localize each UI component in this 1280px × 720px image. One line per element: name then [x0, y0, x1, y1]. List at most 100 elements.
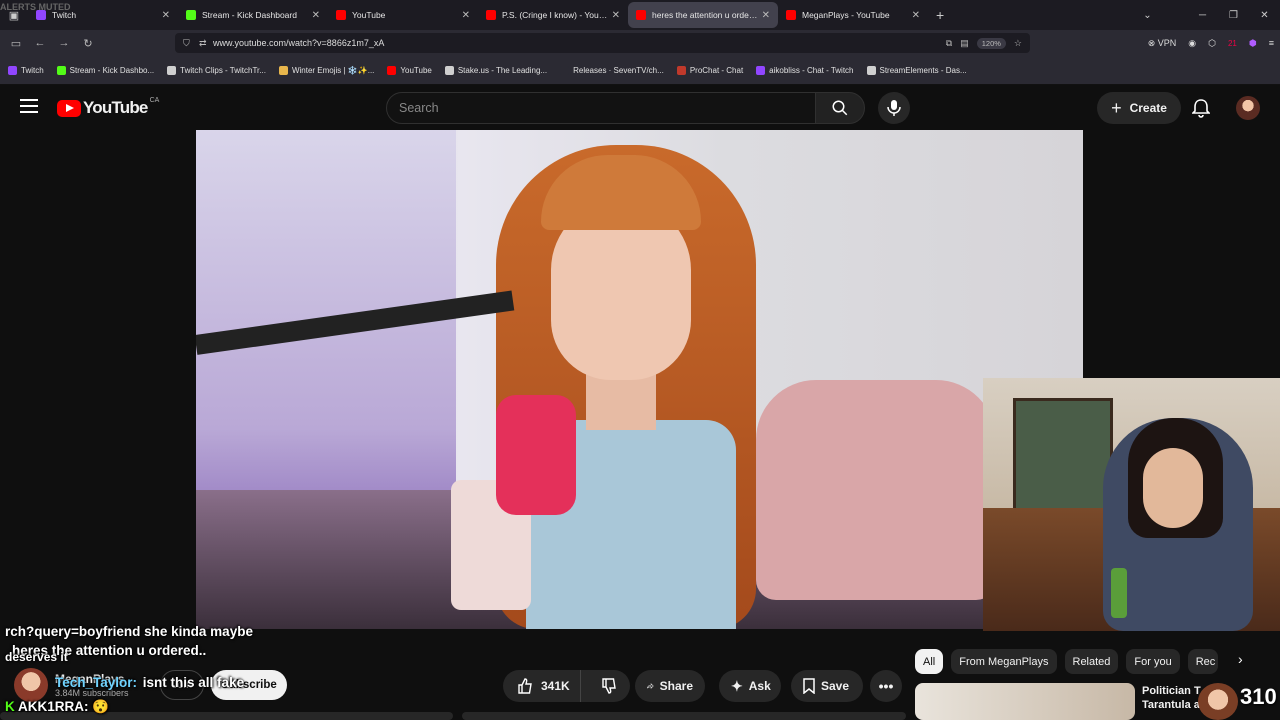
like-dislike-group: 341K: [503, 670, 630, 702]
bookmark-twitch-clips[interactable]: Twitch Clips - TwitchTr...: [167, 65, 266, 75]
bookmark-stake[interactable]: Stake.us - The Leading...: [444, 65, 548, 75]
youtube-play-icon: [57, 99, 81, 117]
restore-button[interactable]: ❐: [1218, 10, 1249, 21]
overlay-chat-line: rch?query=boyfriend she kinda maybe: [5, 624, 253, 639]
bookmarks-bar: Twitch Stream - Kick Dashbo... Twitch Cl…: [0, 56, 1280, 85]
search-input[interactable]: Search: [386, 92, 816, 124]
chip-for-you[interactable]: For you: [1126, 649, 1180, 674]
share-arrow-icon: [647, 683, 654, 689]
like-button[interactable]: 341K: [503, 670, 582, 702]
browser-nav-bar: ▭ ← → ↻ ⛉ ⇄ www.youtube.com/watch?v=8866…: [0, 30, 1280, 56]
dislike-button[interactable]: [587, 670, 630, 702]
more-dots-icon: •••: [878, 678, 894, 694]
tab-list-chevron-icon[interactable]: ⌄: [1132, 10, 1163, 21]
bookmark-label: aikobliss - Chat - Twitch: [769, 65, 854, 75]
ask-label: Ask: [748, 679, 771, 693]
share-label: Share: [659, 679, 693, 693]
bookmark-streamelements[interactable]: StreamElements - Das...: [866, 65, 967, 75]
bookmark-label: Twitch: [21, 65, 44, 75]
close-tab-icon[interactable]: ✕: [462, 10, 470, 21]
create-button[interactable]: + Create: [1097, 92, 1181, 124]
chevron-right-icon[interactable]: ›: [1238, 651, 1243, 667]
browser-tab-bar: ALERTS MUTED ▣ Twitch ✕ Stream - Kick Da…: [0, 0, 1280, 30]
close-tab-icon[interactable]: ✕: [162, 10, 170, 21]
tab-meganplays[interactable]: MeganPlays - YouTube ✕: [778, 2, 928, 28]
tab-kick-dashboard[interactable]: Stream - Kick Dashboard ✕: [178, 2, 328, 28]
streamer-webcam: [983, 378, 1280, 631]
prochat-icon: [676, 65, 686, 75]
menu-icon[interactable]: ≡: [1269, 38, 1274, 48]
account-icon[interactable]: ◉: [1188, 38, 1196, 49]
youtube-header: YouTube CA Search + Create: [0, 85, 1280, 130]
youtube-favicon-icon: [786, 10, 796, 20]
extension-purple-icon[interactable]: ⬢: [1249, 38, 1257, 49]
new-tab-button[interactable]: +: [936, 7, 944, 23]
chat-username: Tech_Taylor:: [55, 675, 138, 690]
more-actions-button[interactable]: •••: [870, 670, 902, 702]
bookmark-kick[interactable]: Stream - Kick Dashbo...: [56, 65, 155, 75]
bookmark-winter-emojis[interactable]: Winter Emojis | ❄️✨...: [278, 65, 375, 75]
bookmark-aikobliss[interactable]: aikobliss - Chat - Twitch: [756, 65, 854, 75]
chip-related[interactable]: Related: [1064, 649, 1119, 674]
youtube-logo[interactable]: YouTube CA: [57, 97, 159, 118]
bookmark-seventv[interactable]: Releases · SevenTV/ch...: [560, 65, 664, 75]
channel-avatar[interactable]: [14, 668, 48, 702]
bookmark-twitch[interactable]: Twitch: [8, 65, 44, 75]
shield-icon[interactable]: ⛉: [183, 38, 190, 49]
create-label: Create: [1129, 101, 1167, 115]
voice-search-button[interactable]: [878, 92, 910, 124]
close-tab-icon[interactable]: ✕: [612, 10, 620, 21]
sidebar-toggle-icon[interactable]: ▭: [4, 37, 28, 50]
recommended-video-thumbnail[interactable]: [915, 683, 1135, 720]
share-button[interactable]: Share: [635, 670, 705, 702]
bookmark-youtube[interactable]: YouTube: [387, 65, 432, 75]
hamburger-menu-icon[interactable]: [20, 99, 38, 117]
bookmark-prochat[interactable]: ProChat - Chat: [676, 65, 743, 75]
save-button[interactable]: Save: [791, 670, 863, 702]
close-tab-icon[interactable]: ✕: [312, 10, 320, 21]
tab-title: Twitch: [52, 10, 77, 20]
tab-twitch[interactable]: Twitch ✕: [28, 2, 178, 28]
forward-button[interactable]: →: [52, 37, 76, 49]
webcam-shelf: [1013, 398, 1113, 518]
video-player[interactable]: [196, 130, 1083, 629]
bookmark-star-icon[interactable]: ☆: [1014, 38, 1022, 49]
ask-button[interactable]: ✦ Ask: [719, 670, 781, 702]
close-window-button[interactable]: ✕: [1249, 10, 1280, 21]
twitchtracker-icon: [167, 65, 177, 75]
account-avatar[interactable]: [1236, 96, 1260, 120]
chip-recent[interactable]: Rec: [1187, 649, 1218, 674]
chip-all[interactable]: All: [915, 649, 944, 674]
extension-badge-icon[interactable]: 21: [1228, 39, 1237, 48]
tab-ps-cringe[interactable]: P.S. (Cringe I know) - YouTube ✕: [478, 2, 628, 28]
tab-title: P.S. (Cringe I know) - YouTube: [502, 10, 608, 20]
reload-button[interactable]: ↻: [76, 37, 100, 50]
chip-from-channel[interactable]: From MeganPlays: [951, 649, 1057, 674]
zoom-level[interactable]: 120%: [976, 37, 1006, 49]
close-tab-icon[interactable]: ✕: [762, 10, 770, 21]
twitch-icon: [756, 65, 766, 75]
bookmark-label: Stream - Kick Dashbo...: [69, 65, 155, 75]
thumbs-up-icon: [518, 678, 532, 694]
bookmark-label: Winter Emojis | ❄️✨...: [291, 65, 375, 75]
back-button[interactable]: ←: [28, 37, 52, 49]
vpn-button[interactable]: ⊗ VPN: [1148, 38, 1177, 49]
chat-text: isnt this all fake: [142, 675, 245, 690]
close-tab-icon[interactable]: ✕: [912, 10, 920, 21]
tab-youtube[interactable]: YouTube ✕: [328, 2, 478, 28]
permissions-icon[interactable]: ⇄: [199, 38, 207, 49]
minimize-button[interactable]: ─: [1187, 10, 1218, 21]
extensions-icon[interactable]: ⬡: [1208, 38, 1216, 49]
search-button[interactable]: [815, 92, 865, 124]
github-icon: [560, 65, 570, 75]
bookmark-label: YouTube: [400, 65, 432, 75]
address-bar[interactable]: ⛉ ⇄ www.youtube.com/watch?v=8866z1m7_xA …: [175, 33, 1030, 53]
url-text: www.youtube.com/watch?v=8866z1m7_xA: [213, 38, 385, 48]
picture-in-picture-icon[interactable]: ⧉: [946, 38, 952, 49]
reader-view-icon[interactable]: ▤: [960, 38, 969, 49]
notifications-bell-icon[interactable]: [1192, 98, 1210, 118]
tab-heres-the-attention[interactable]: heres the attention u ordered.. ✕: [628, 2, 778, 28]
logo-text: YouTube: [83, 98, 148, 117]
kick-icon: [56, 65, 66, 75]
bookmark-label: Stake.us - The Leading...: [457, 65, 548, 75]
